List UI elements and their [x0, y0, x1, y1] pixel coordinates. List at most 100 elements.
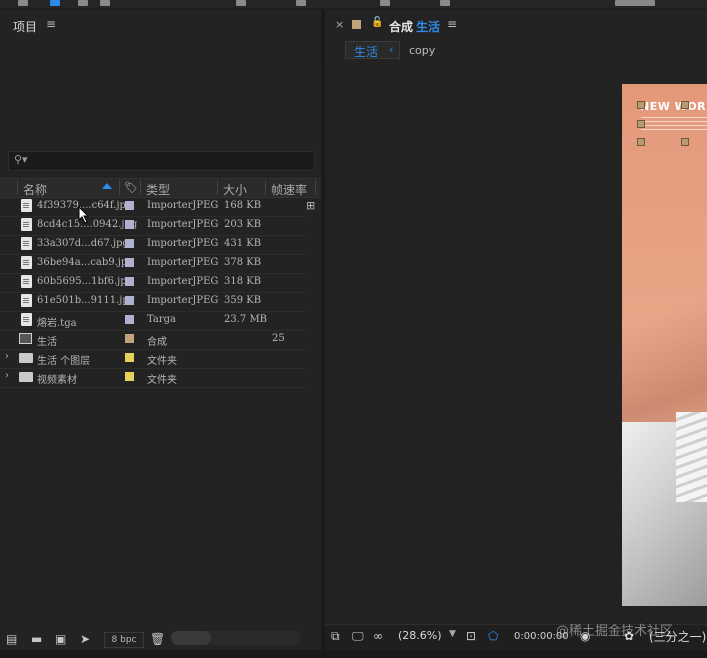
- image-file-icon: [21, 294, 32, 307]
- item-name: 生活 个图层: [37, 356, 91, 367]
- trash-icon[interactable]: 🗑: [150, 632, 165, 646]
- canvas-title-text[interactable]: NEW WORLD: [640, 100, 707, 113]
- new-composition-icon[interactable]: ▣: [55, 632, 66, 646]
- label-swatch[interactable]: [125, 258, 134, 267]
- composition-icon: [19, 333, 32, 344]
- list-item[interactable]: 33a307d...d67.jpg ImporterJPEG 431 KB: [0, 235, 305, 255]
- fit-icon[interactable]: ⊡: [466, 629, 476, 643]
- flowchart-icon[interactable]: ⊞: [306, 199, 315, 212]
- column-separator[interactable]: [17, 180, 18, 195]
- column-separator[interactable]: [217, 180, 218, 195]
- lock-icon[interactable]: 🔓: [371, 17, 383, 28]
- transform-handle[interactable]: [637, 138, 645, 146]
- align-button[interactable]: [615, 0, 655, 6]
- list-item[interactable]: 生活 合成 25: [0, 330, 305, 350]
- mask-visibility-icon[interactable]: ∞: [373, 629, 383, 643]
- list-item[interactable]: 8cd4c15....0942.jpg ImporterJPEG 203 KB: [0, 216, 305, 236]
- list-item[interactable]: 60b5695...1bf6.jpg ImporterJPEG 318 KB: [0, 273, 305, 293]
- label-swatch[interactable]: [125, 315, 134, 324]
- item-type: ImporterJPEG: [147, 257, 219, 268]
- toolbar: [0, 0, 707, 8]
- breadcrumb-label[interactable]: 生活: [354, 43, 378, 60]
- interpret-footage-icon[interactable]: ▤: [6, 632, 17, 646]
- sort-ascending-icon[interactable]: [102, 183, 112, 189]
- close-icon[interactable]: ×: [335, 18, 344, 31]
- item-size: 23.7 MB: [224, 314, 268, 325]
- list-item[interactable]: › 生活 个图层 文件夹: [0, 349, 305, 369]
- transform-handle[interactable]: [681, 138, 689, 146]
- item-name: 视频素材: [37, 375, 77, 386]
- label-swatch[interactable]: [125, 353, 134, 362]
- column-fps-header[interactable]: 帧速率: [271, 181, 307, 198]
- label-swatch[interactable]: [125, 277, 134, 286]
- column-separator[interactable]: [140, 180, 141, 195]
- chevron-right-icon[interactable]: ›: [5, 351, 9, 362]
- roto-tool-icon[interactable]: [440, 0, 450, 6]
- render-queue-icon[interactable]: ➤: [80, 632, 90, 646]
- label-swatch[interactable]: [125, 201, 134, 210]
- item-name: 熔岩.tga: [37, 318, 77, 329]
- composition-canvas[interactable]: [622, 84, 707, 606]
- search-input[interactable]: [8, 151, 315, 171]
- always-preview-icon[interactable]: ⧉: [331, 629, 340, 644]
- pen-tool-icon[interactable]: [296, 0, 306, 6]
- search-icon[interactable]: ⚲▾: [14, 153, 28, 166]
- column-type-header[interactable]: 类型: [146, 181, 170, 198]
- column-name-header[interactable]: 名称: [23, 181, 47, 198]
- transform-handle[interactable]: [637, 101, 645, 109]
- list-item[interactable]: 61e501b...9111.jpg ImporterJPEG 359 KB: [0, 292, 305, 312]
- list-item[interactable]: 4f39379....c64f.jpg ImporterJPEG 168 KB: [0, 197, 305, 217]
- item-size: 203 KB: [224, 219, 262, 230]
- hand-tool-icon[interactable]: [78, 0, 88, 6]
- column-separator[interactable]: [119, 180, 120, 195]
- breadcrumb-item[interactable]: copy: [409, 44, 435, 57]
- image-file-icon: [21, 275, 32, 288]
- text-tool-icon[interactable]: [236, 0, 246, 6]
- canvas-block: [676, 412, 707, 502]
- image-file-icon: [21, 237, 32, 250]
- new-folder-icon[interactable]: ▬: [31, 632, 42, 646]
- column-separator[interactable]: [265, 180, 266, 195]
- selection-tool-icon[interactable]: [50, 0, 60, 6]
- column-size-header[interactable]: 大小: [223, 181, 247, 198]
- item-fps: 25: [272, 333, 285, 344]
- label-swatch[interactable]: [125, 296, 134, 305]
- item-size: 318 KB: [224, 276, 262, 287]
- scrollbar-thumb[interactable]: [171, 631, 211, 645]
- chevron-right-icon[interactable]: ›: [5, 370, 9, 381]
- image-file-icon: [21, 199, 32, 212]
- label-swatch[interactable]: [125, 372, 134, 381]
- tab-composition-name[interactable]: 生活: [416, 18, 440, 35]
- canvas-subtitle-lines: [641, 117, 707, 131]
- item-name: 60b5695...1bf6.jpg: [37, 276, 134, 287]
- chevron-down-icon[interactable]: ▼: [449, 629, 456, 639]
- list-item[interactable]: › 视频素材 文件夹: [0, 368, 305, 388]
- zoom-dropdown[interactable]: (28.6%): [398, 629, 442, 642]
- tab-prefix[interactable]: 合成: [389, 18, 413, 35]
- comp-label-swatch: [352, 20, 361, 29]
- label-swatch[interactable]: [125, 239, 134, 248]
- item-type: ImporterJPEG: [147, 238, 219, 249]
- home-icon[interactable]: [18, 0, 28, 6]
- bit-depth-button[interactable]: 8 bpc: [104, 632, 144, 648]
- item-name: 生活: [37, 337, 57, 348]
- hamburger-icon[interactable]: ≡: [447, 17, 457, 31]
- item-type: ImporterJPEG: [147, 276, 219, 287]
- transform-handle[interactable]: [681, 101, 689, 109]
- label-swatch[interactable]: [125, 334, 134, 343]
- monitor-icon[interactable]: 🖵: [352, 629, 364, 644]
- list-item[interactable]: 36be94a...cab9.jpg ImporterJPEG 378 KB: [0, 254, 305, 274]
- panel-title[interactable]: 项目: [13, 18, 37, 35]
- region-of-interest-icon[interactable]: ⬠: [488, 629, 498, 643]
- column-separator[interactable]: [315, 180, 316, 195]
- tag-icon[interactable]: 🏷: [124, 181, 138, 194]
- label-swatch[interactable]: [125, 220, 134, 229]
- hamburger-icon[interactable]: ≡: [46, 17, 56, 31]
- item-type: 文件夹: [147, 375, 177, 386]
- list-item[interactable]: 熔岩.tga Targa 23.7 MB: [0, 311, 305, 331]
- mouse-cursor-icon: [78, 206, 90, 224]
- puppet-tool-icon[interactable]: [380, 0, 390, 6]
- item-type: Targa: [147, 314, 176, 325]
- zoom-tool-icon[interactable]: [100, 0, 110, 6]
- transform-handle[interactable]: [637, 120, 645, 128]
